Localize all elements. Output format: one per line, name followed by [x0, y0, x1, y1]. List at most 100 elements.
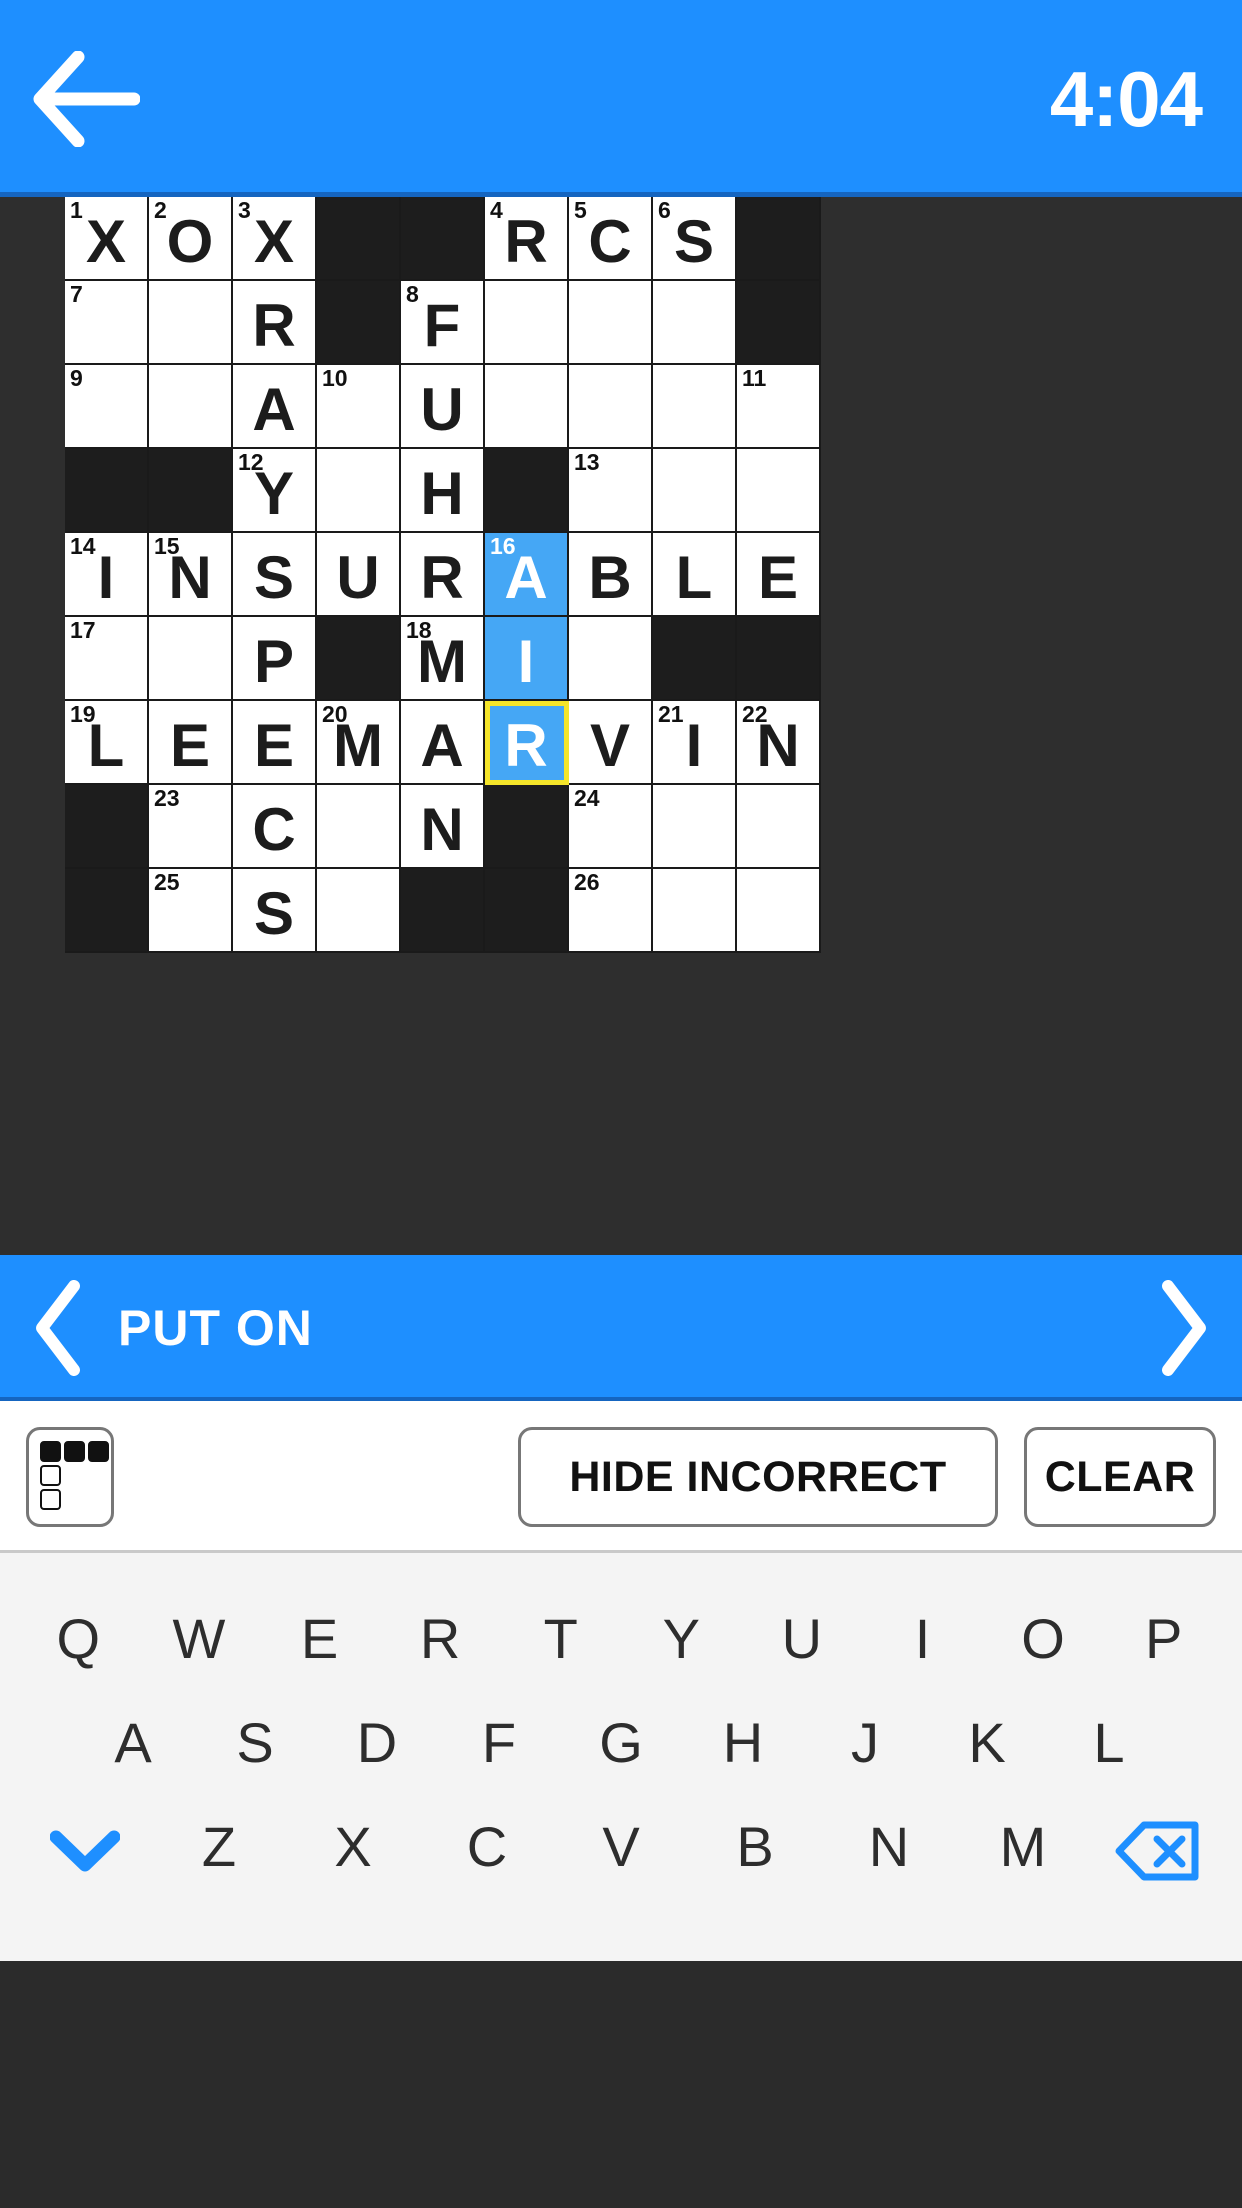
grid-cell[interactable] — [737, 785, 821, 869]
grid-cell[interactable]: N — [401, 785, 485, 869]
grid-cell[interactable]: 25 — [149, 869, 233, 953]
key-i[interactable]: I — [862, 1587, 983, 1691]
grid-cell[interactable]: 14 I — [65, 533, 149, 617]
grid-cell[interactable] — [653, 281, 737, 365]
grid-cell[interactable] — [569, 617, 653, 701]
grid-cell[interactable]: 9 — [65, 365, 149, 449]
grid-cell[interactable] — [569, 281, 653, 365]
grid-cell[interactable]: 4R — [485, 197, 569, 281]
back-arrow-icon[interactable] — [30, 50, 141, 147]
grid-cell[interactable]: A — [233, 365, 317, 449]
grid-cell[interactable]: 12 Y — [233, 449, 317, 533]
key-t[interactable]: T — [500, 1587, 621, 1691]
key-h[interactable]: H — [682, 1691, 804, 1795]
key-a[interactable]: A — [72, 1691, 194, 1795]
chevron-left-icon[interactable] — [30, 1280, 86, 1376]
grid-cell[interactable]: H — [401, 449, 485, 533]
grid-cell[interactable]: P — [233, 617, 317, 701]
grid-cell[interactable]: A — [401, 701, 485, 785]
grid-cell[interactable] — [317, 785, 401, 869]
grid-cell[interactable]: R — [233, 281, 317, 365]
key-u[interactable]: U — [742, 1587, 863, 1691]
key-b[interactable]: B — [688, 1795, 822, 1899]
grid-cell[interactable]: 19 L — [65, 701, 149, 785]
grid-cell[interactable] — [653, 449, 737, 533]
key-z[interactable]: Z — [152, 1795, 286, 1899]
hide-incorrect-button[interactable]: HIDE INCORRECT — [518, 1427, 998, 1527]
grid-cell[interactable]: 1X — [65, 197, 149, 281]
grid-cell[interactable] — [485, 281, 569, 365]
grid-cell[interactable]: U — [317, 533, 401, 617]
grid-cell[interactable]: 26 — [569, 869, 653, 953]
grid-cell[interactable]: B — [569, 533, 653, 617]
puzzle-layout-icon[interactable] — [26, 1427, 114, 1527]
grid-cell[interactable] — [569, 365, 653, 449]
grid-cell[interactable]: E — [737, 533, 821, 617]
key-o[interactable]: O — [983, 1587, 1104, 1691]
grid-cell[interactable]: 11 — [737, 365, 821, 449]
key-k[interactable]: K — [926, 1691, 1048, 1795]
chevron-right-icon[interactable] — [1156, 1280, 1212, 1376]
grid-cell[interactable]: S — [233, 533, 317, 617]
grid-cell[interactable]: R — [401, 533, 485, 617]
key-v[interactable]: V — [554, 1795, 688, 1899]
grid-cell[interactable] — [149, 617, 233, 701]
crossword-grid[interactable]: 1 X 2 O 3 X 4 R 5 C 6 S 7 R 8 F 9 A 10 U 11 12 Y H 13 14 I 15 N S U R 16… — [65, 197, 821, 953]
grid-cell[interactable]: 3X — [233, 197, 317, 281]
grid-cell[interactable] — [653, 365, 737, 449]
key-r[interactable]: R — [380, 1587, 501, 1691]
grid-cell[interactable]: 15 N — [149, 533, 233, 617]
grid-cell[interactable]: 18 M — [401, 617, 485, 701]
key-j[interactable]: J — [804, 1691, 926, 1795]
grid-cell[interactable]: U — [401, 365, 485, 449]
grid-cell[interactable]: V — [569, 701, 653, 785]
key-f[interactable]: F — [438, 1691, 560, 1795]
grid-cell[interactable]: E — [149, 701, 233, 785]
key-e[interactable]: E — [259, 1587, 380, 1691]
grid-cell[interactable]: 21 I — [653, 701, 737, 785]
grid-cell[interactable]: 23 — [149, 785, 233, 869]
grid-cell[interactable]: E — [233, 701, 317, 785]
key-x[interactable]: X — [286, 1795, 420, 1899]
grid-cell[interactable]: 2O — [149, 197, 233, 281]
grid-cell[interactable]: 24 — [569, 785, 653, 869]
grid-cell[interactable]: C — [233, 785, 317, 869]
grid-cell[interactable] — [149, 365, 233, 449]
grid-cell[interactable] — [485, 365, 569, 449]
grid-cell[interactable] — [317, 869, 401, 953]
key-c[interactable]: C — [420, 1795, 554, 1899]
key-m[interactable]: M — [956, 1795, 1090, 1899]
grid-cell[interactable] — [653, 869, 737, 953]
chevron-down-icon[interactable] — [18, 1795, 152, 1899]
key-w[interactable]: W — [139, 1587, 260, 1691]
key-q[interactable]: Q — [18, 1587, 139, 1691]
grid-cell[interactable] — [317, 449, 401, 533]
key-d[interactable]: D — [316, 1691, 438, 1795]
grid-cell[interactable]: S — [233, 869, 317, 953]
grid-cell[interactable]: 20 M — [317, 701, 401, 785]
current-clue-text[interactable]: PUT ON — [86, 1299, 1156, 1357]
grid-cell[interactable]: 8F — [401, 281, 485, 365]
grid-cell[interactable]: 16 A — [485, 533, 569, 617]
grid-cell-selected[interactable]: R — [485, 701, 569, 785]
grid-cell[interactable]: L — [653, 533, 737, 617]
grid-cell[interactable] — [737, 869, 821, 953]
grid-cell[interactable] — [653, 785, 737, 869]
grid-cell[interactable]: 6S — [653, 197, 737, 281]
backspace-icon[interactable] — [1090, 1795, 1224, 1899]
grid-cell[interactable]: 13 — [569, 449, 653, 533]
grid-cell[interactable]: 7 — [65, 281, 149, 365]
key-y[interactable]: Y — [621, 1587, 742, 1691]
key-g[interactable]: G — [560, 1691, 682, 1795]
grid-cell[interactable]: 10 — [317, 365, 401, 449]
grid-cell[interactable]: I — [485, 617, 569, 701]
clear-button[interactable]: CLEAR — [1024, 1427, 1216, 1527]
grid-cell[interactable]: 22 N — [737, 701, 821, 785]
key-l[interactable]: L — [1048, 1691, 1170, 1795]
grid-cell[interactable] — [149, 281, 233, 365]
grid-cell[interactable]: 5C — [569, 197, 653, 281]
grid-cell[interactable]: 17 — [65, 617, 149, 701]
key-p[interactable]: P — [1103, 1587, 1224, 1691]
grid-cell[interactable] — [737, 449, 821, 533]
key-s[interactable]: S — [194, 1691, 316, 1795]
